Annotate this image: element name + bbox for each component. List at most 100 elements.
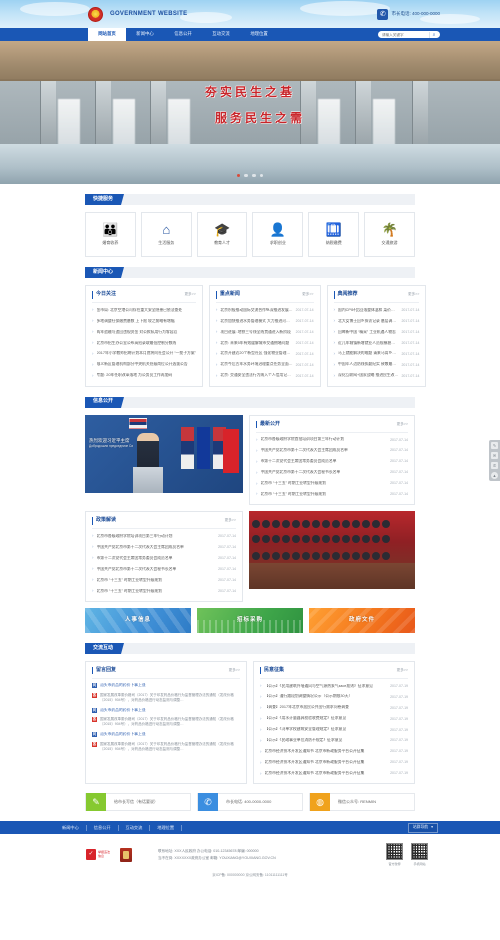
- list-item[interactable]: 专题: 20年任职改革落地 为公务员工作再加码: [92, 373, 196, 380]
- policy-title[interactable]: 北京市 “十三五” 时期工业转型升级规划: [97, 578, 216, 584]
- banner-documents[interactable]: 政府文件: [309, 607, 415, 633]
- carousel-dot-1[interactable]: [236, 173, 241, 177]
- news-title[interactable]: 国内CPI环比回落整体温和 菜价上涨明显: [338, 308, 398, 314]
- opinion-title[interactable]: 【公示】《河单学校建筑安全管理规定》征求意见: [265, 727, 388, 733]
- list-item[interactable]: 中国军人边防线执勤纪实 致敬最可爱的人2017-07-14: [334, 362, 419, 369]
- conference-hall-photo[interactable]: [249, 511, 415, 590]
- news-title[interactable]: 回眸新中国 “精采” 工业机遇人物志: [338, 330, 398, 336]
- list-item[interactable]: 北京市 “十三五” 时期工业转型升级规划2017-07-14: [92, 588, 237, 595]
- list-item[interactable]: 中国共产党北京市第十二次代表大会秘书长名单2017-07-14: [256, 470, 409, 477]
- question-line[interactable]: 问 汕头市药品的药价下事上涨: [92, 731, 240, 738]
- list-item[interactable]: 北京积极推动国际交流合作纵深推进发展成果2017-07-14: [216, 307, 313, 314]
- opinion-title[interactable]: 北京市经济技术开发区通知书 北京市新政服务平台公开征集: [265, 771, 388, 777]
- more-link[interactable]: 更多>>: [302, 292, 313, 297]
- list-item[interactable]: 北京市 “十三五” 时期工业转型升级规划2017-07-14: [92, 577, 237, 584]
- footer-link-disclosure[interactable]: 信息公开: [87, 824, 119, 831]
- list-item[interactable]: 近几年城镇新增就业人员规模稳中有增2017-07-14: [334, 340, 419, 347]
- news-title[interactable]: 专题: 20年任职改革落地 为公务员工作再加码: [97, 373, 196, 379]
- nav-item-disclosure[interactable]: 信息公开: [164, 28, 202, 41]
- list-item[interactable]: 【公示】通行路段划调整情况公示（公示期限30天）2017-07-19: [260, 694, 409, 701]
- list-item[interactable]: 市第十二次党代会主席团常务委员会成员名单2017-07-14: [256, 459, 409, 466]
- back-to-top-icon[interactable]: ▲: [491, 472, 498, 479]
- search-icon[interactable]: ⌕: [429, 31, 438, 38]
- news-title[interactable]: 北京积极推动国际交流合作纵深推进发展成果: [220, 308, 292, 314]
- list-item[interactable]: 北京市经济技术开发区通知书 北京市新政服务平台公开征集2017-07-19: [260, 760, 409, 767]
- footer-link-location[interactable]: 地理位置: [150, 824, 183, 831]
- list-item[interactable]: 多地调整社保缴费基数 上下限 较之前略有增幅: [92, 318, 196, 325]
- list-item[interactable]: 两年追缴与追回违规资金 对公款私用行为零容忍: [92, 329, 196, 336]
- opinion-title[interactable]: 【公示】《民用建筑外墙通风与空气源热泵气засе准则》征求意见: [265, 684, 388, 690]
- footer-link-news[interactable]: 新闻中心: [62, 824, 87, 831]
- policy-title[interactable]: 北京市 “十三五” 时期工业转型升级规划: [97, 589, 216, 595]
- leader-speech-photo[interactable]: 热烈欢迎习近平主席 Добродошли председниче Си: [85, 414, 243, 493]
- phone-tool-icon[interactable]: ✆: [491, 462, 498, 469]
- news-title[interactable]: 2017年小学教师招聘计划本月底将向社会公开 “一揽子方案”: [97, 351, 196, 357]
- quick-service-marriage[interactable]: 👪 婚育收养: [85, 212, 136, 257]
- question-text[interactable]: 汕头市药品的药价下事上涨: [100, 708, 240, 714]
- news-title[interactable]: 北京: 交通安全违法行为纳入个人信用记录体系: [220, 373, 292, 379]
- news-title[interactable]: 多地调整社保缴费基数 上下限 较之前略有增幅: [97, 319, 196, 325]
- news-title[interactable]: 马上就能解决的难题 请来马背乡亲说说: [338, 351, 398, 357]
- disclosure-title[interactable]: 市第十二次党代会主席团常务委员会成员名单: [261, 459, 388, 465]
- list-item[interactable]: 北京市 “十三五” 时期工业转型升级规划2017-07-14: [256, 491, 409, 498]
- list-item[interactable]: 【调查】2017年北京市居民公共出行需求问卷调查2017-07-19: [260, 705, 409, 712]
- list-item[interactable]: 深化互联网+国家战略 推进民生改善升级2017-07-14: [334, 373, 419, 380]
- quick-service-education[interactable]: 🎓 教育人才: [196, 212, 248, 257]
- news-title[interactable]: 北京今后五年水务环境治理重点任务全面启动: [220, 362, 292, 368]
- news-title[interactable]: 两年追缴与追回违规资金 对公款私用行为零容忍: [97, 330, 196, 336]
- news-title[interactable]: 北京加快推进水务管理模式 大力推进河长制度: [220, 319, 292, 325]
- list-item[interactable]: 北京开建近20个新型社区 强化物业管理服务体系2017-07-14: [216, 351, 313, 358]
- banner-procurement[interactable]: 招标采购: [197, 607, 303, 633]
- list-item[interactable]: 北京市招生办公室公布高招录取最低控制分数线: [92, 340, 196, 347]
- police-shield-logo[interactable]: [120, 847, 132, 862]
- list-item[interactable]: 【公示】《河单学校建筑安全管理规定》征求意见2017-07-19: [260, 727, 409, 734]
- question-line[interactable]: 问 汕头市药品的药价下事上涨: [92, 707, 240, 714]
- opinion-title[interactable]: 北京市经济技术开发区通知书 北京市新政服务平台公开征集: [265, 760, 388, 766]
- opinion-title[interactable]: 【公示】《用水计量器具校验收费规定》征求意见: [265, 716, 388, 722]
- carousel-dot-3[interactable]: [252, 173, 256, 177]
- carousel-dot-2[interactable]: [244, 173, 248, 177]
- policy-title[interactable]: 中国共产党北京市第十二次代表大会主席团成员名单: [97, 545, 216, 551]
- more-link[interactable]: 更多>>: [397, 422, 408, 427]
- list-item[interactable]: 北京市经济技术开发区通知书 北京市新政服务平台公开征集2017-07-19: [260, 771, 409, 778]
- report-illegal-logo[interactable]: ✓ 举报违法 信息: [86, 848, 112, 862]
- opinion-title[interactable]: 【调查】2017年北京市居民公共出行需求问卷调查: [265, 705, 388, 711]
- nav-item-home[interactable]: 网站首页: [88, 28, 126, 41]
- list-item[interactable]: 【公示】《民政事业单位消防不规定》征求意见2017-07-19: [260, 738, 409, 745]
- question-text[interactable]: 汕头市药品的药价下事上涨: [100, 732, 240, 738]
- disclosure-title[interactable]: 北京市 “十三五” 时期工业转型升级规划: [261, 492, 388, 498]
- news-title[interactable]: 北京开建近20个新型社区 强化物业管理服务体系: [220, 351, 292, 357]
- opinion-title[interactable]: 【公示】《民政事业单位消防不规定》征求意见: [265, 738, 388, 744]
- list-item[interactable]: 北大女博士回乡探访记录 基层调查走笔2017-07-14: [334, 318, 419, 325]
- news-title[interactable]: 深化互联网+国家战略 推进民生改善升级: [338, 373, 398, 379]
- list-item[interactable]: 顺义新区管理机构部分中央机关处级岗位公开选拔公告: [92, 362, 196, 369]
- policy-title[interactable]: 北京市各级政府学院培训项目第三年行动计划: [97, 534, 216, 540]
- contact-write-letter[interactable]: ✎ 给市长写信（有话要说）: [85, 793, 191, 812]
- quick-service-travel[interactable]: 🌴 交通旅游: [364, 212, 415, 257]
- disclosure-title[interactable]: 北京市各级政府学院首批培训项目第三年行动计划: [261, 437, 388, 443]
- list-item[interactable]: 北京: 未来5年有效缓解城市交通拥堵问题2017-07-14: [216, 340, 313, 347]
- news-title[interactable]: 北京市招生办公室公布高招录取最低控制分数线: [97, 341, 196, 347]
- quick-service-tax[interactable]: 🛄 纳税缴费: [308, 212, 360, 257]
- list-item[interactable]: 【公示】《民用建筑外墙通风与空气源热泵气засе准则》征求意见2017-07-1…: [260, 683, 409, 690]
- site-group-select[interactable]: 站群导航 ▾: [407, 822, 438, 833]
- list-item[interactable]: 回眸新中国 “精采” 工业机遇人物志2017-07-14: [334, 329, 419, 336]
- list-item[interactable]: 2017年小学教师招聘计划本月底将向社会公开 “一揽子方案”: [92, 351, 196, 358]
- news-title[interactable]: 北大女博士回乡探访记录 基层调查走笔: [338, 319, 398, 325]
- question-text[interactable]: 汕头市药品的药价下事上涨: [100, 683, 240, 689]
- disclosure-title[interactable]: 中国共产党北京市第十二次代表大会主席团成员名单: [261, 448, 388, 454]
- carousel-dot-4[interactable]: [259, 173, 264, 177]
- contact-wechat[interactable]: ◍ 微信公众号: RENMIN: [309, 793, 415, 812]
- list-item[interactable]: 北京市经济技术开发区通知书 北京市新政服务平台公开征集2017-07-19: [260, 749, 409, 756]
- opinion-title[interactable]: 【公示】通行路段划调整情况公示（公示期限30天）: [265, 694, 388, 700]
- news-title[interactable]: 近几年城镇新增就业人员规模稳中有增: [338, 341, 398, 347]
- edit-tool-icon[interactable]: ✎: [491, 442, 498, 449]
- nav-item-interaction[interactable]: 互动交流: [202, 28, 240, 41]
- search-input[interactable]: [382, 31, 429, 38]
- more-link[interactable]: 更多>>: [184, 292, 195, 297]
- banner-personnel[interactable]: 人事信息: [85, 607, 191, 633]
- news-title[interactable]: 中国军人边防线执勤纪实 致敬最可爱的人: [338, 362, 398, 368]
- list-item[interactable]: 北京市各级政府学院培训项目第三年行动计划2017-07-14: [92, 533, 237, 540]
- news-title[interactable]: 金市局: 北京空港公司存在重大安全隐患已依法查处: [97, 308, 196, 314]
- list-item[interactable]: 【公示】《用水计量器具校验收费规定》征求意见2017-07-19: [260, 716, 409, 723]
